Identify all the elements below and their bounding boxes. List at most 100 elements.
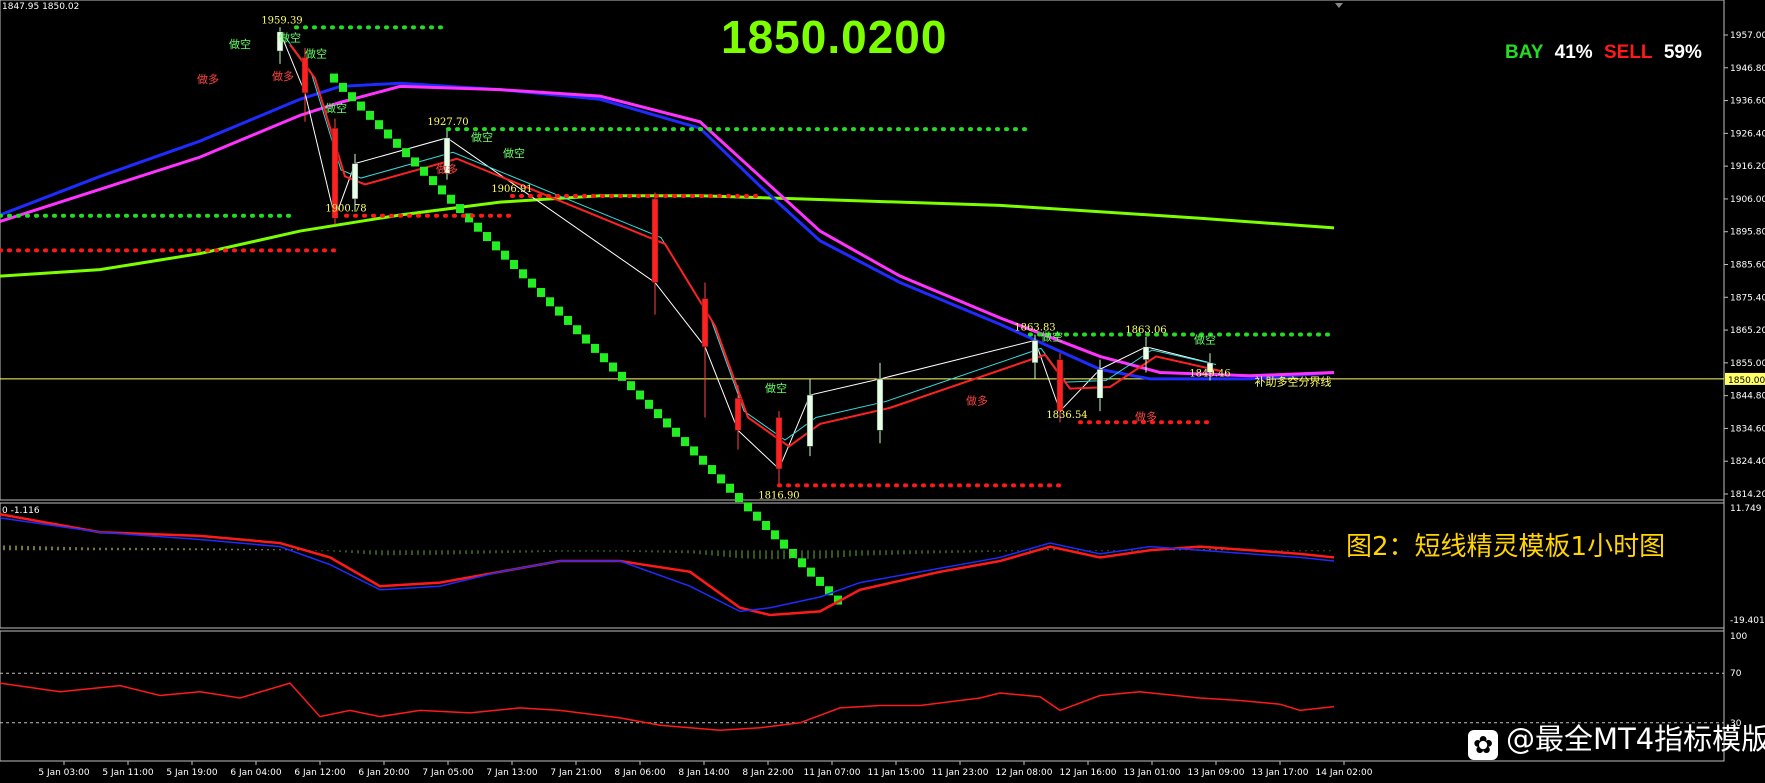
x-tick-label: 7 Jan 21:00 (550, 768, 602, 778)
trend-step (690, 446, 698, 456)
current-price-label: 1850.00 (1728, 376, 1765, 386)
trend-step (339, 82, 347, 92)
trend-step (510, 260, 518, 269)
x-tick-label: 7 Jan 05:00 (422, 768, 474, 778)
price-label: 1836.54 (1046, 410, 1087, 421)
panel-frame-price (0, 0, 1725, 501)
trend-step (564, 315, 572, 325)
trend-step (654, 409, 662, 419)
trend-step (681, 437, 689, 447)
price-chart: 1957.00 1946.80 1936.60 1926.40 1916.20 1906.… (0, 0, 1765, 778)
x-tick-label: 6 Jan 20:00 (358, 768, 410, 778)
candle-body (806, 394, 814, 447)
macd-tick-label: 11.749 (1730, 504, 1762, 514)
trend-step (330, 73, 338, 83)
trend-step (438, 185, 446, 195)
trend-step (456, 204, 464, 214)
trend-step (573, 325, 581, 335)
candle-body (651, 198, 659, 283)
trend-step (591, 343, 599, 353)
x-tick-label: 6 Jan 12:00 (294, 768, 346, 778)
trend-step (744, 502, 752, 512)
candle-body (1056, 359, 1064, 412)
signal-annotation: 做空 (471, 130, 493, 144)
trend-step (816, 576, 824, 586)
signal-annotation: 做多 (272, 69, 294, 83)
signal-annotation: 做空 (1194, 333, 1216, 347)
price-label: 1849.46 (1189, 369, 1230, 380)
panel-frame-macd (0, 502, 1725, 629)
trend-step (780, 539, 788, 549)
trend-step (492, 241, 500, 251)
sell-value: 59% (1663, 42, 1702, 63)
price-label: 1927.70 (427, 117, 468, 128)
y-tick-label: 1875.40 (1730, 293, 1765, 303)
trend-step (366, 110, 374, 120)
rsi-tick-label: 100 (1730, 632, 1747, 642)
signal-annotation: 做空 (279, 30, 301, 44)
trend-step (348, 92, 356, 102)
price-label: 1959.39 (261, 15, 302, 26)
price-label: 1816.90 (758, 490, 799, 501)
trend-step (771, 530, 779, 540)
x-tick-label: 8 Jan 22:00 (742, 768, 794, 778)
watermark-text: @最全MT4指标模版 (1506, 722, 1765, 756)
trend-step (420, 166, 428, 176)
trend-step (582, 334, 590, 344)
sell-label: SELL (1603, 42, 1653, 63)
weibo-logo-icon: ✿ (1468, 730, 1498, 760)
trend-step (384, 129, 392, 139)
y-tick-label: 1926.40 (1730, 129, 1765, 139)
rsi-tick-label: 70 (1730, 669, 1742, 679)
trend-step (546, 297, 554, 307)
trend-step (447, 194, 455, 204)
trend-step (645, 399, 653, 409)
y-tick-label: 1885.60 (1730, 261, 1765, 271)
trend-step (717, 474, 725, 484)
x-tick-label: 13 Jan 17:00 (1252, 768, 1309, 778)
trend-step (528, 278, 536, 288)
candle-body (1096, 369, 1104, 399)
trend-step (609, 362, 617, 372)
signal-annotation: 做多 (197, 72, 219, 86)
trend-step (798, 558, 806, 568)
trend-step (375, 120, 383, 130)
x-tick-label: 13 Jan 01:00 (1124, 768, 1181, 778)
signal-ma-line (289, 44, 1221, 448)
watermark: ✿ @最全MT4指标模版 (1468, 716, 1765, 760)
trend-step (393, 138, 401, 148)
trend-step (600, 353, 608, 363)
x-tick-label: 11 Jan 23:00 (932, 768, 989, 778)
candle-body (351, 163, 359, 200)
x-tick-label: 11 Jan 07:00 (804, 768, 861, 778)
y-tick-label: 1936.60 (1730, 97, 1765, 107)
y-tick-label: 1946.80 (1730, 64, 1765, 74)
trend-step (411, 157, 419, 167)
trend-step (501, 250, 509, 260)
x-tick-label: 5 Jan 11:00 (102, 768, 154, 778)
panel-frame-rsi (0, 630, 1725, 762)
trend-step (735, 493, 743, 503)
bay-sell-ratio: BAY 41% SELL 59% (1505, 42, 1708, 64)
x-tick-label: 5 Jan 19:00 (166, 768, 218, 778)
x-tick-label: 8 Jan 14:00 (678, 768, 730, 778)
trend-step (699, 455, 707, 465)
candle-body (734, 397, 742, 431)
trend-step (762, 521, 770, 530)
y-tick-label: 1844.80 (1730, 392, 1765, 402)
y-tick-label: 1916.20 (1730, 162, 1765, 172)
y-tick-label: 1834.60 (1730, 424, 1765, 434)
trend-step (636, 390, 644, 400)
x-tick-label: 13 Jan 09:00 (1188, 768, 1245, 778)
shift-marker-icon (1335, 3, 1343, 8)
macd-line-0 (0, 513, 1335, 617)
trend-step (618, 371, 626, 381)
chart-header: 1847.95 1850.02 (2, 2, 80, 12)
bay-value: 41% (1554, 42, 1593, 63)
signal-annotation: 做空 (503, 146, 525, 160)
trend-step (672, 427, 680, 437)
signal-annotation: 做多 (436, 162, 458, 176)
trend-step (483, 232, 491, 242)
trend-step (474, 222, 482, 232)
signal-annotation: 做多 (966, 394, 988, 408)
